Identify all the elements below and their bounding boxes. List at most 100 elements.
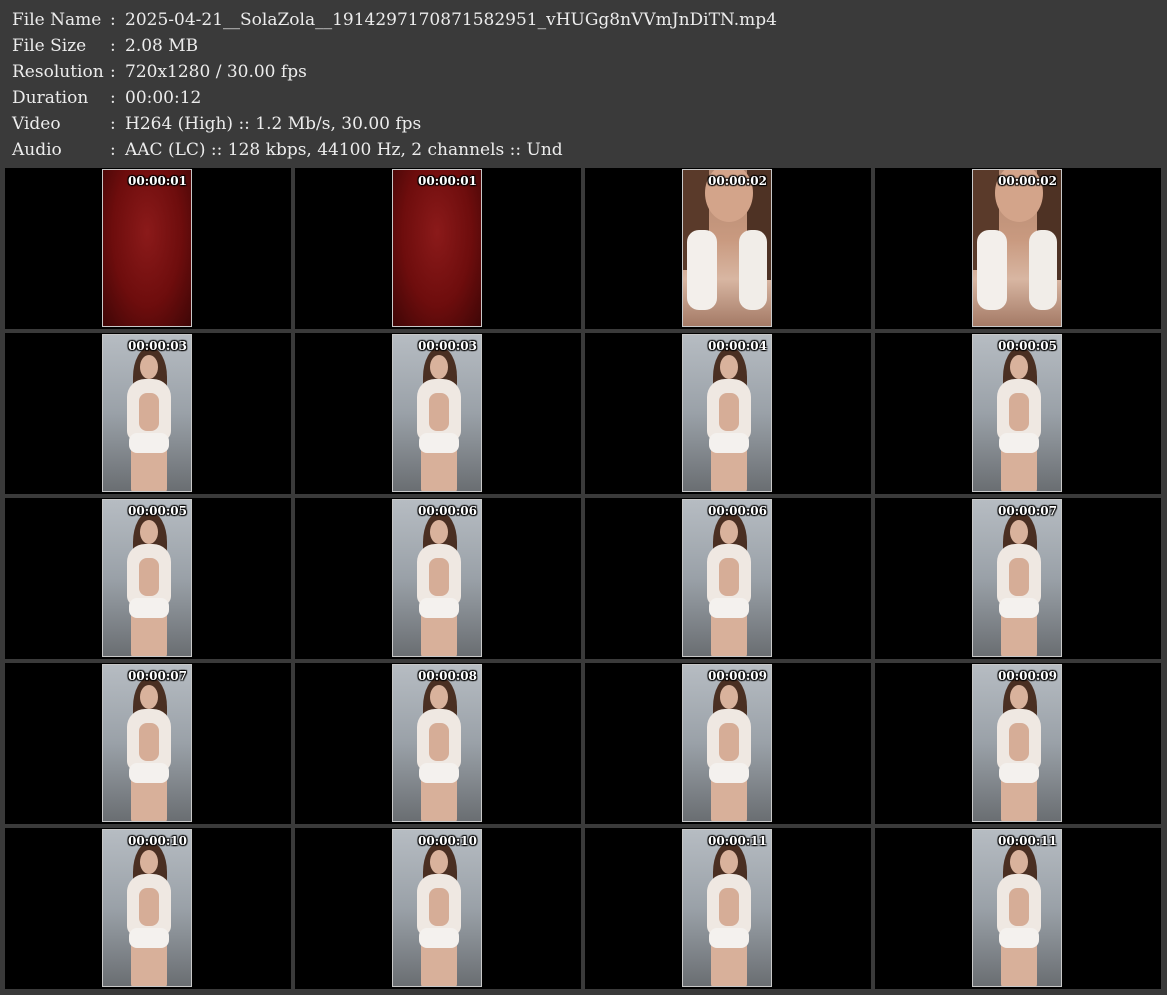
thumbnail-timestamp: 00:00:01 [418,174,477,188]
frame-shape [140,520,158,544]
thumbnail-timestamp: 00:00:09 [708,669,767,683]
thumbnail-timestamp: 00:00:04 [708,339,767,353]
thumbnail-grid: 00:00:01 00:00:01 00:00:02 00:00:02 00:00:03… [5,168,1162,990]
frame-shape [140,685,158,709]
thumbnail-timestamp: 00:00:07 [128,669,187,683]
thumbnail-timestamp: 00:00:10 [128,834,187,848]
thumbnail-image: 00:00:02 [972,169,1062,327]
frame-shape [419,928,459,948]
thumbnail-timestamp: 00:00:07 [998,504,1057,518]
frame-shape [1010,850,1028,874]
thumbnail-image: 00:00:10 [102,829,192,987]
thumbnail-timestamp: 00:00:11 [708,834,767,848]
thumbnail-image: 00:00:08 [392,664,482,822]
frame-shape [719,723,739,761]
separator: : [110,62,116,82]
duration-value: 00:00:12 [125,88,202,108]
thumbnail-image: 00:00:03 [392,334,482,492]
file-info-header: File Name : 2025-04-21__SolaZola__191429… [0,0,1167,166]
thumbnail-cell: 00:00:08 [295,663,581,824]
frame-shape [1009,393,1029,431]
frame-shape [1010,685,1028,709]
separator: : [110,10,116,30]
thumbnail-image: 00:00:11 [682,829,772,987]
thumbnail-image: 00:00:04 [682,334,772,492]
thumbnail-image: 00:00:02 [682,169,772,327]
frame-shape [129,598,169,618]
thumbnail-cell: 00:00:07 [875,498,1161,659]
thumbnail-cell: 00:00:02 [585,168,871,329]
separator: : [110,36,116,56]
frame-shape [139,558,159,596]
thumbnail-timestamp: 00:00:01 [128,174,187,188]
thumbnail-image: 00:00:07 [972,499,1062,657]
file-size-value: 2.08 MB [125,36,199,56]
thumbnail-image: 00:00:09 [972,664,1062,822]
thumbnail-timestamp: 00:00:05 [998,339,1057,353]
frame-shape [140,355,158,379]
thumbnail-timestamp: 00:00:08 [418,669,477,683]
file-name-value: 2025-04-21__SolaZola__191429717087158295… [125,10,777,30]
frame-shape [999,598,1039,618]
frame-shape [429,723,449,761]
thumbnail-cell: 00:00:10 [295,828,581,989]
video-value: H264 (High) :: 1.2 Mb/s, 30.00 fps [125,114,422,134]
file-name-label: File Name [12,10,102,30]
separator: : [110,140,116,160]
thumbnail-image: 00:00:03 [102,334,192,492]
frame-shape [129,763,169,783]
thumbnail-image: 00:00:05 [972,334,1062,492]
frame-shape [429,393,449,431]
frame-shape [129,928,169,948]
thumbnail-cell: 00:00:06 [585,498,871,659]
frame-shape [999,763,1039,783]
frame-shape [430,850,448,874]
frame-shape [430,520,448,544]
thumbnail-cell: 00:00:04 [585,333,871,494]
frame-shape [739,230,767,310]
frame-shape [430,355,448,379]
thumbnail-cell: 00:00:09 [875,663,1161,824]
thumbnail-timestamp: 00:00:06 [708,504,767,518]
thumbnail-image: 00:00:07 [102,664,192,822]
thumbnail-cell: 00:00:11 [585,828,871,989]
thumbnail-image: 00:00:09 [682,664,772,822]
thumbnail-image: 00:00:11 [972,829,1062,987]
thumbnail-cell: 00:00:10 [5,828,291,989]
thumbnail-timestamp: 00:00:09 [998,669,1057,683]
frame-shape [709,433,749,453]
frame-shape [139,393,159,431]
frame-shape [1010,520,1028,544]
resolution-value: 720x1280 / 30.00 fps [125,62,307,82]
thumbnail-cell: 00:00:05 [5,498,291,659]
frame-shape [720,520,738,544]
thumbnail-image: 00:00:01 [392,169,482,327]
thumbnail-image: 00:00:10 [392,829,482,987]
frame-shape [999,433,1039,453]
frame-shape [1009,723,1029,761]
frame-shape [719,888,739,926]
thumbnail-cell: 00:00:06 [295,498,581,659]
frame-shape [419,763,459,783]
file-size-label: File Size [12,36,87,56]
frame-shape [140,850,158,874]
thumbnail-cell: 00:00:11 [875,828,1161,989]
thumbnail-cell: 00:00:07 [5,663,291,824]
frame-shape [709,598,749,618]
thumbnail-timestamp: 00:00:03 [418,339,477,353]
frame-shape [1029,230,1057,310]
thumbnail-cell: 00:00:05 [875,333,1161,494]
thumbnail-timestamp: 00:00:05 [128,504,187,518]
thumbnail-timestamp: 00:00:10 [418,834,477,848]
frame-shape [429,888,449,926]
frame-shape [720,850,738,874]
separator: : [110,88,116,108]
thumbnail-timestamp: 00:00:11 [998,834,1057,848]
resolution-label: Resolution [12,62,104,82]
frame-shape [687,230,717,310]
frame-shape [999,928,1039,948]
thumbnail-cell: 00:00:01 [295,168,581,329]
separator: : [110,114,116,134]
thumbnail-image: 00:00:06 [682,499,772,657]
frame-shape [419,433,459,453]
